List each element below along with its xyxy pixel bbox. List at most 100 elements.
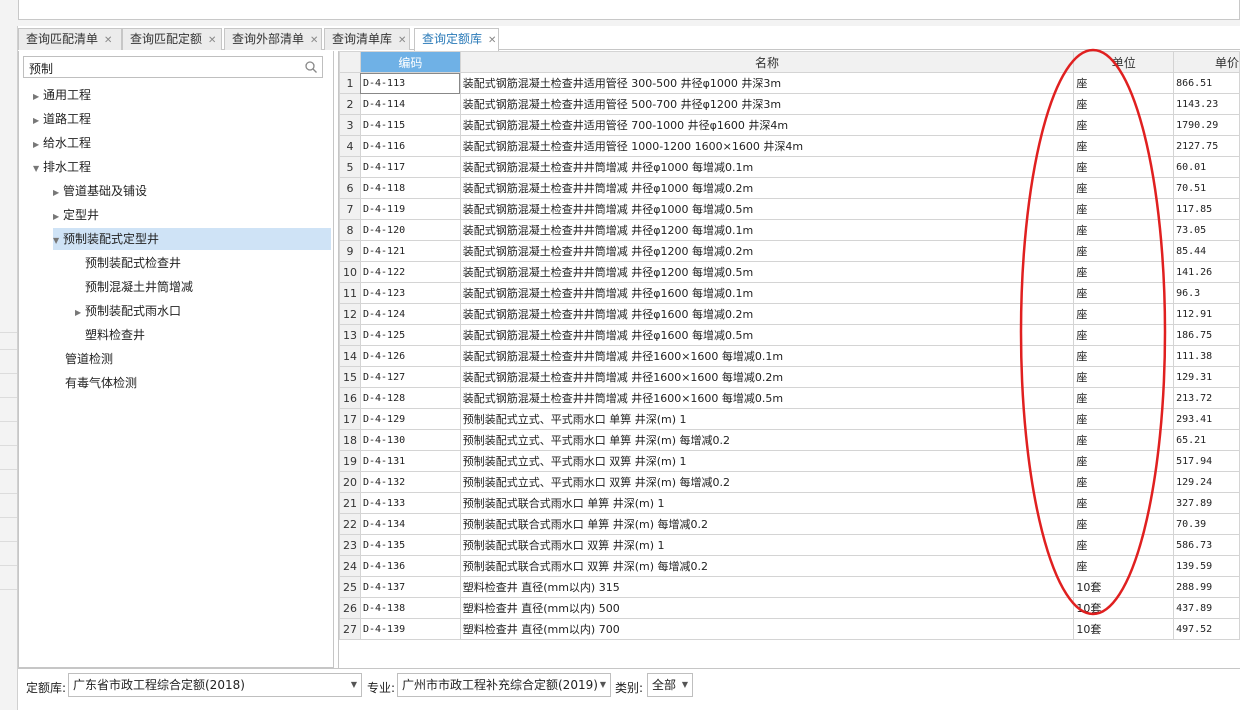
code-cell[interactable]: D-4-114 [359,93,461,115]
unit-cell[interactable]: 10套 [1073,576,1175,598]
tree-item-drainage[interactable]: ▼ 排水工程 [33,156,91,178]
price-cell[interactable]: 1790.29 [1173,114,1240,136]
name-cell[interactable]: 装配式钢筋混凝土检查井井筒增减 井径φ1600 每增减0.1m [459,282,1075,304]
tree-item-toxic-gas[interactable]: 有毒气体检测 [65,372,137,394]
chevron-down-icon[interactable]: ▼ [682,674,688,696]
name-cell[interactable]: 装配式钢筋混凝土检查井井筒增减 井径φ1000 每增减0.5m [459,198,1075,220]
caret-right-icon[interactable]: ▶ [33,110,43,132]
table-row[interactable]: 7 D-4-119 装配式钢筋混凝土检查井井筒增减 井径φ1000 每增减0.5m 座… [339,198,1240,220]
column-header-name[interactable]: 名称 [459,51,1075,73]
table-row[interactable]: 16 D-4-128 装配式钢筋混凝土检查井井筒增减 井径1600×1600 每增减… [339,387,1240,409]
name-cell[interactable]: 装配式钢筋混凝土检查井适用管径 500-700 井径φ1200 井深3m [459,93,1075,115]
unit-cell[interactable]: 座 [1073,534,1175,556]
price-cell[interactable]: 497.52 [1173,618,1240,640]
chevron-down-icon[interactable]: ▼ [600,674,606,696]
column-header-price[interactable]: 单价 [1173,51,1240,73]
column-header-unit[interactable]: 单位 [1073,51,1175,73]
table-row[interactable]: 15 D-4-127 装配式钢筋混凝土检查井井筒增减 井径1600×1600 每增减… [339,366,1240,388]
name-cell[interactable]: 塑料检查井 直径(mm以内) 315 [459,576,1075,598]
close-icon[interactable]: ✕ [208,35,216,46]
price-cell[interactable]: 73.05 [1173,219,1240,241]
name-cell[interactable]: 预制装配式立式、平式雨水口 单箅 井深(m) 1 [459,408,1075,430]
table-row[interactable]: 11 D-4-123 装配式钢筋混凝土检查井井筒增减 井径φ1600 每增减0.1m… [339,282,1240,304]
table-row[interactable]: 12 D-4-124 装配式钢筋混凝土检查井井筒增减 井径φ1600 每增减0.2m… [339,303,1240,325]
unit-cell[interactable]: 座 [1073,366,1175,388]
price-cell[interactable]: 65.21 [1173,429,1240,451]
unit-cell[interactable]: 10套 [1073,618,1175,640]
caret-right-icon[interactable]: ▶ [33,86,43,108]
name-cell[interactable]: 装配式钢筋混凝土检查井井筒增减 井径φ1200 每增减0.5m [459,261,1075,283]
code-cell[interactable]: D-4-139 [359,618,461,640]
major-select[interactable]: 广州市市政工程补充综合定额(2019) ▼ [397,673,611,697]
name-cell[interactable]: 塑料检查井 直径(mm以内) 700 [459,618,1075,640]
name-cell[interactable]: 装配式钢筋混凝土检查井井筒增减 井径φ1200 每增减0.1m [459,219,1075,241]
unit-cell[interactable]: 座 [1073,114,1175,136]
code-cell[interactable]: D-4-113 [359,72,461,94]
price-cell[interactable]: 117.85 [1173,198,1240,220]
name-cell[interactable]: 预制装配式联合式雨水口 双箅 井深(m) 1 [459,534,1075,556]
caret-right-icon[interactable]: ▶ [53,206,63,228]
table-row[interactable]: 26 D-4-138 塑料检查井 直径(mm以内) 500 10套 437.89 [339,597,1240,619]
price-cell[interactable]: 85.44 [1173,240,1240,262]
code-cell[interactable]: D-4-129 [359,408,461,430]
name-cell[interactable]: 预制装配式立式、平式雨水口 双箅 井深(m) 1 [459,450,1075,472]
unit-cell[interactable]: 座 [1073,492,1175,514]
table-row[interactable]: 17 D-4-129 预制装配式立式、平式雨水口 单箅 井深(m) 1 座 293.41 [339,408,1240,430]
name-cell[interactable]: 装配式钢筋混凝土检查井井筒增减 井径1600×1600 每增减0.1m [459,345,1075,367]
caret-right-icon[interactable]: ▶ [33,134,43,156]
code-cell[interactable]: D-4-117 [359,156,461,178]
name-cell[interactable]: 预制装配式立式、平式雨水口 双箅 井深(m) 每增减0.2 [459,471,1075,493]
chevron-down-icon[interactable]: ▼ [351,674,357,696]
price-cell[interactable]: 96.3 [1173,282,1240,304]
name-cell[interactable]: 预制装配式联合式雨水口 双箅 井深(m) 每增减0.2 [459,555,1075,577]
price-cell[interactable]: 186.75 [1173,324,1240,346]
caret-down-icon[interactable]: ▼ [33,158,43,180]
unit-cell[interactable]: 座 [1073,471,1175,493]
caret-right-icon[interactable]: ▶ [53,182,63,204]
tree-item-pipe-inspection[interactable]: 管道检测 [65,348,113,370]
unit-cell[interactable]: 座 [1073,198,1175,220]
category-select[interactable]: 全部 ▼ [647,673,693,697]
table-row[interactable]: 13 D-4-125 装配式钢筋混凝土检查井井筒增减 井径φ1600 每增减0.5m… [339,324,1240,346]
tree-item-prefab-well[interactable]: ▼ 预制装配式定型井 [53,228,331,250]
code-cell[interactable]: D-4-119 [359,198,461,220]
unit-cell[interactable]: 座 [1073,135,1175,157]
code-cell[interactable]: D-4-122 [359,261,461,283]
close-icon[interactable]: ✕ [488,35,496,46]
unit-cell[interactable]: 座 [1073,513,1175,535]
price-cell[interactable]: 60.01 [1173,156,1240,178]
tab-quota-library[interactable]: 查询定额库 ✕ [414,28,499,51]
name-cell[interactable]: 装配式钢筋混凝土检查井井筒增减 井径1600×1600 每增减0.5m [459,387,1075,409]
tree-item-pipe-foundation[interactable]: ▶ 管道基础及铺设 [53,180,147,202]
unit-cell[interactable]: 座 [1073,282,1175,304]
table-row[interactable]: 14 D-4-126 装配式钢筋混凝土检查井井筒增减 井径1600×1600 每增减… [339,345,1240,367]
price-cell[interactable]: 437.89 [1173,597,1240,619]
price-cell[interactable]: 327.89 [1173,492,1240,514]
tree-item-plastic-well[interactable]: 塑料检查井 [85,324,145,346]
search-input[interactable]: 预制 [23,56,323,78]
tree-item-standard-well[interactable]: ▶ 定型井 [53,204,99,226]
unit-cell[interactable]: 座 [1073,345,1175,367]
price-cell[interactable]: 141.26 [1173,261,1240,283]
table-row[interactable]: 8 D-4-120 装配式钢筋混凝土检查井井筒增减 井径φ1200 每增减0.1m 座… [339,219,1240,241]
table-row[interactable]: 5 D-4-117 装配式钢筋混凝土检查井井筒增减 井径φ1000 每增减0.1m 座… [339,156,1240,178]
price-cell[interactable]: 129.31 [1173,366,1240,388]
table-row[interactable]: 2 D-4-114 装配式钢筋混凝土检查井适用管径 500-700 井径φ1200 … [339,93,1240,115]
price-cell[interactable]: 586.73 [1173,534,1240,556]
code-cell[interactable]: D-4-136 [359,555,461,577]
tree-item-general[interactable]: ▶ 通用工程 [33,84,91,106]
name-cell[interactable]: 装配式钢筋混凝土检查井适用管径 1000-1200 1600×1600 井深4m [459,135,1075,157]
close-icon[interactable]: ✕ [398,35,406,46]
table-row[interactable]: 25 D-4-137 塑料检查井 直径(mm以内) 315 10套 288.99 [339,576,1240,598]
unit-cell[interactable]: 座 [1073,324,1175,346]
table-row[interactable]: 4 D-4-116 装配式钢筋混凝土检查井适用管径 1000-1200 1600×1… [339,135,1240,157]
table-row[interactable]: 3 D-4-115 装配式钢筋混凝土检查井适用管径 700-1000 井径φ1600… [339,114,1240,136]
price-cell[interactable]: 111.38 [1173,345,1240,367]
code-cell[interactable]: D-4-124 [359,303,461,325]
price-cell[interactable]: 129.24 [1173,471,1240,493]
price-cell[interactable]: 517.94 [1173,450,1240,472]
name-cell[interactable]: 塑料检查井 直径(mm以内) 500 [459,597,1075,619]
unit-cell[interactable]: 座 [1073,450,1175,472]
name-cell[interactable]: 预制装配式联合式雨水口 单箅 井深(m) 每增减0.2 [459,513,1075,535]
table-row[interactable]: 23 D-4-135 预制装配式联合式雨水口 双箅 井深(m) 1 座 586.73 [339,534,1240,556]
